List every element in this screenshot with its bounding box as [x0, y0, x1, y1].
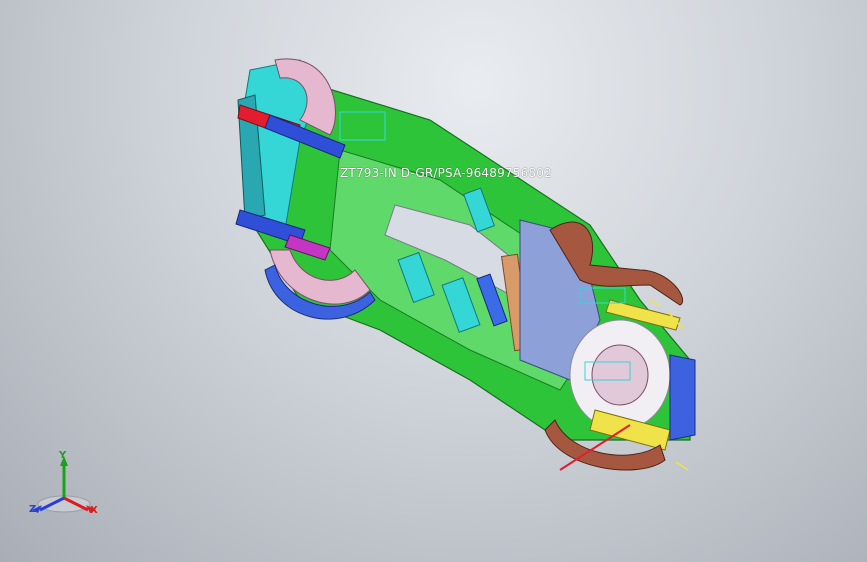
triad-z-label: Z [29, 504, 37, 515]
rear-blue-frame [669, 354, 696, 441]
spare-wheel-hub [591, 344, 649, 406]
3d-viewport[interactable]: ZT793-IN D-GR/PSA-96489756802 Y X Z [0, 0, 867, 562]
part-number-label: ZT793-IN D-GR/PSA-96489756802 [340, 166, 552, 180]
triad-y-label: Y [59, 450, 67, 461]
car-underbody-model[interactable] [0, 0, 867, 562]
triad-x-label: X [90, 505, 98, 516]
